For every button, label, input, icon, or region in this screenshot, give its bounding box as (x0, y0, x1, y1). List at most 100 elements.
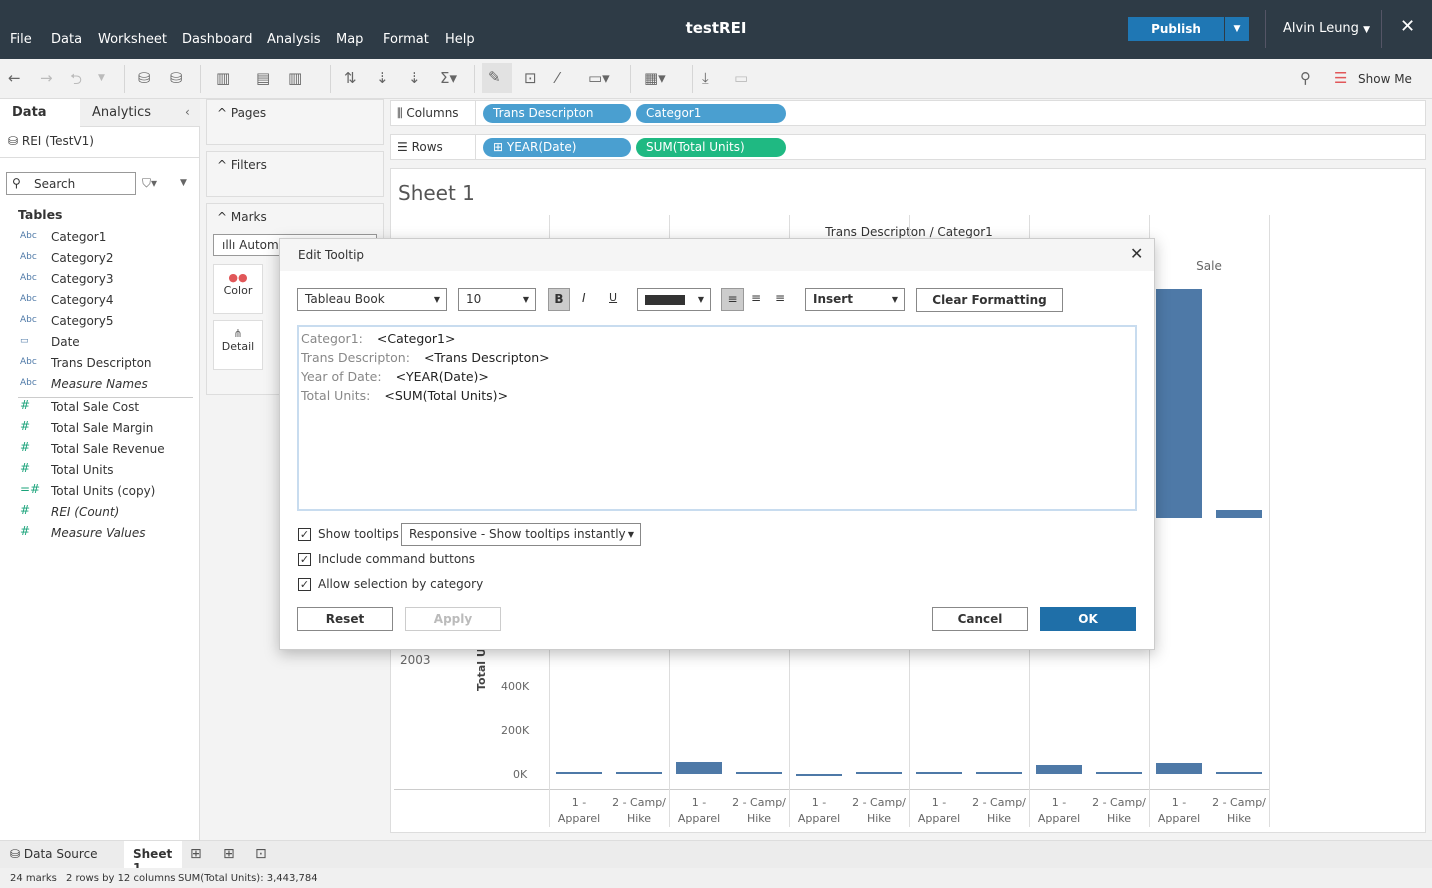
redo-icon[interactable]: ⮌ (70, 69, 82, 94)
bar[interactable] (796, 774, 842, 776)
cancel-button[interactable]: Cancel (932, 607, 1028, 631)
new-story-icon[interactable]: ⊡ (255, 846, 267, 862)
pages-card: ^ Pages (206, 99, 384, 145)
show-me-button[interactable]: Show Me (1358, 72, 1412, 86)
collapse-icon[interactable]: ‹ (185, 105, 190, 119)
font-dropdown[interactable]: Tableau Book ▼ (297, 288, 447, 311)
bar[interactable] (1156, 763, 1202, 774)
sort-descending-icon[interactable]: ⇣ (408, 69, 421, 87)
ok-button[interactable]: OK (1040, 607, 1136, 631)
bold-button[interactable]: B (548, 288, 570, 311)
bar[interactable] (1096, 772, 1142, 774)
italic-button[interactable]: I (582, 291, 586, 305)
tab-analytics[interactable]: Analytics (80, 99, 200, 127)
field-item[interactable]: # Total Sale Cost (0, 397, 195, 418)
field-item[interactable]: =# Total Units (copy) (0, 481, 195, 502)
duplicate-sheet-icon[interactable]: ▤ (256, 69, 270, 87)
publish-dropdown[interactable]: ▼ (1225, 17, 1249, 41)
search-input[interactable]: ⚲ Search (6, 172, 136, 195)
swap-icon[interactable]: ⇅ (344, 69, 357, 87)
field-item[interactable]: # REI (Count) (0, 502, 195, 523)
forward-icon[interactable]: → (40, 69, 53, 87)
field-item[interactable]: ▭ Date (0, 332, 195, 353)
field-item[interactable]: Abc Category2 (0, 248, 195, 269)
underline-button[interactable]: U (609, 291, 617, 304)
bar[interactable] (856, 772, 902, 774)
data-pane: Data Analytics ‹ ⛁ REI (TestV1) ⚲ Search… (0, 99, 200, 840)
apply-button[interactable]: Apply (405, 607, 501, 631)
new-worksheet-icon[interactable]: ⊞ (190, 846, 202, 862)
data-source-tab[interactable]: ⛁ Data Source (0, 841, 124, 868)
bar[interactable] (976, 772, 1022, 774)
field-item[interactable]: Abc Category4 (0, 290, 195, 311)
bar-icon: ıllı (222, 238, 240, 252)
reset-button[interactable]: Reset (297, 607, 393, 631)
row-pill-year-date[interactable]: ⊞ YEAR(Date) (483, 138, 631, 157)
show-cards-icon[interactable]: ▦▾ (644, 69, 666, 87)
field-item[interactable]: Abc Measure Names (0, 374, 195, 395)
close-icon[interactable]: ✕ (1130, 244, 1143, 263)
column-pill-trans-descripton[interactable]: Trans Descripton (483, 104, 631, 123)
chevron-down-icon[interactable]: ▼ (180, 178, 187, 188)
field-item[interactable]: Abc Categor1 (0, 227, 195, 248)
insert-dropdown[interactable]: Insert ▼ (805, 288, 905, 311)
datasource-item[interactable]: ⛁ REI (TestV1) (8, 134, 94, 148)
bar[interactable] (1036, 764, 1082, 774)
filter-icon[interactable]: ⛉▾ (142, 176, 157, 191)
download-icon[interactable]: ⤓ (702, 69, 709, 87)
sheet-tab-sheet1[interactable]: Sheet 1 (124, 841, 182, 875)
field-item[interactable]: # Total Sale Margin (0, 418, 195, 439)
clear-sheet-icon[interactable]: ▥ (288, 69, 302, 87)
new-dashboard-icon[interactable]: ⊞ (223, 846, 235, 862)
font-color-dropdown[interactable]: ▼ (637, 288, 711, 311)
presentation-icon[interactable]: ▭ (734, 69, 748, 87)
sum-icon[interactable]: Σ▾ (440, 69, 457, 87)
tab-data[interactable]: Data (0, 99, 80, 127)
color-button[interactable]: ●● Color (213, 264, 263, 314)
bar[interactable] (676, 761, 722, 774)
chevron-down-icon[interactable]: ▼ (98, 73, 105, 83)
clear-formatting-button[interactable]: Clear Formatting (916, 288, 1063, 312)
show-me-icon[interactable]: ☰ (1334, 69, 1347, 87)
include-command-buttons-checkbox[interactable]: ✓ (298, 553, 311, 566)
pause-updates-icon[interactable]: ⛁ (170, 69, 183, 87)
row-pill-sum-total-units[interactable]: SUM(Total Units) (636, 138, 786, 157)
field-item[interactable]: Abc Category5 (0, 311, 195, 332)
font-size-dropdown[interactable]: 10 ▼ (458, 288, 536, 311)
bar[interactable] (916, 772, 962, 774)
tooltip-editor[interactable]: Categor1: <Categor1> Trans Descripton: <Tra… (297, 325, 1137, 511)
align-right-icon[interactable]: ≡ (775, 291, 785, 305)
bar[interactable] (1216, 510, 1262, 518)
field-item[interactable]: # Total Units (0, 460, 195, 481)
align-left-icon[interactable]: ≡ (721, 288, 744, 311)
datasource-name: REI (TestV1) (21, 134, 94, 148)
field-name: Category2 (51, 251, 114, 265)
new-datasource-icon[interactable]: ⛁ (138, 69, 151, 87)
field-item[interactable]: Abc Category3 (0, 269, 195, 290)
column-pill-categor1[interactable]: Categor1 (636, 104, 786, 123)
bar[interactable] (1156, 289, 1202, 518)
bar[interactable] (1216, 772, 1262, 774)
field-item[interactable]: # Total Sale Revenue (0, 439, 195, 460)
allow-selection-checkbox[interactable]: ✓ (298, 578, 311, 591)
close-icon[interactable]: ✕ (1400, 16, 1415, 37)
publish-button[interactable]: Publish (1128, 17, 1224, 41)
sort-ascending-icon[interactable]: ⇣ (376, 69, 389, 87)
field-item[interactable]: # Measure Values (0, 523, 195, 544)
annotate-icon[interactable]: ⁄ (556, 69, 559, 87)
detail-button[interactable]: ⋔ Detail (213, 320, 263, 370)
user-menu[interactable]: Alvin Leung ▼ (1283, 21, 1370, 36)
tooltip-mode-dropdown[interactable]: Responsive - Show tooltips instantly ▼ (401, 523, 641, 546)
pin-icon[interactable]: ⚲ (1300, 69, 1311, 87)
bar[interactable] (736, 772, 782, 774)
field-item[interactable]: Abc Trans Descripton (0, 353, 195, 374)
show-tooltips-checkbox[interactable]: ✓ (298, 528, 311, 541)
bar[interactable] (556, 772, 602, 774)
bar[interactable] (616, 772, 662, 774)
fit-icon[interactable]: ▭▾ (588, 69, 610, 87)
highlight-icon[interactable]: ✎ (482, 63, 512, 93)
new-worksheet-icon[interactable]: ▥ (216, 69, 230, 87)
label-icon[interactable]: ⊡ (524, 69, 537, 87)
align-center-icon[interactable]: ≡ (751, 291, 761, 305)
back-icon[interactable]: ← (8, 69, 21, 87)
